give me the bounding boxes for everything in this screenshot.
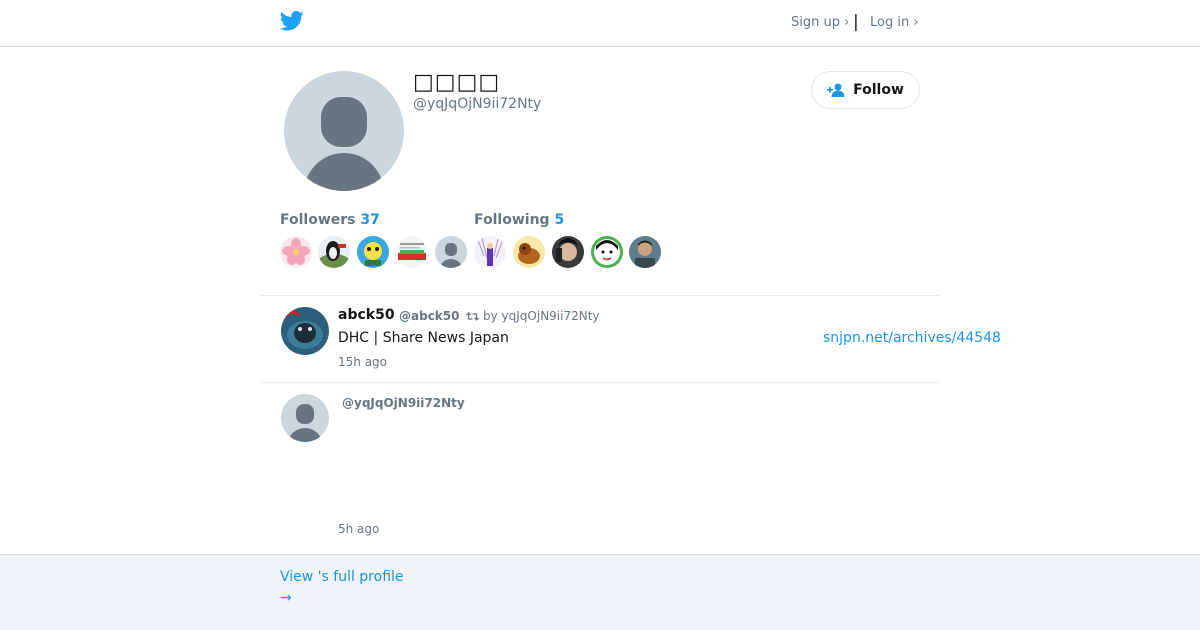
follower-avatar[interactable]: [435, 236, 467, 268]
follower-avatar[interactable]: [396, 236, 428, 268]
following-avatar[interactable]: [552, 236, 584, 268]
follower-avatar[interactable]: [357, 236, 389, 268]
divider: [260, 295, 940, 296]
footer: View 's full profile →: [0, 554, 1200, 630]
tweet-author-handle[interactable]: @yqJqOjN9ii72Nty: [342, 396, 465, 410]
log-in-link[interactable]: Log in ›: [870, 15, 919, 30]
tweet-author-avatar[interactable]: [281, 307, 329, 355]
followers-count: 37: [360, 212, 380, 228]
retweet-icon: [466, 311, 479, 321]
tweet-author-name[interactable]: abck50: [338, 307, 395, 323]
following-avatar[interactable]: [513, 236, 545, 268]
following-avatar[interactable]: [474, 236, 506, 268]
profile-avatar[interactable]: [284, 71, 404, 191]
tweet-timestamp[interactable]: 15h ago: [338, 355, 387, 369]
default-avatar-icon: [304, 97, 384, 191]
following-stat[interactable]: Following 5: [474, 212, 564, 228]
follower-avatar[interactable]: [280, 236, 312, 268]
follow-button-label: Follow: [853, 82, 904, 98]
nav-separator: |: [853, 12, 859, 32]
following-avatar[interactable]: [629, 236, 661, 268]
view-full-profile-link[interactable]: View 's full profile →: [280, 567, 404, 609]
tweet-text: DHC | Share News Japan: [338, 330, 509, 346]
arrow-right-icon: →: [280, 590, 292, 606]
followers-label: Followers: [280, 212, 356, 228]
retweet-attribution: by yqJqOjN9ii72Nty: [466, 309, 600, 323]
followers-stat[interactable]: Followers 37: [280, 212, 380, 228]
divider: [260, 382, 940, 383]
profile-screen-name: @yqJqOjN9ii72Nty: [413, 96, 542, 112]
follow-button[interactable]: Follow: [811, 71, 920, 109]
add-user-icon: [827, 83, 845, 97]
twitter-logo-icon[interactable]: [280, 11, 304, 31]
tweet-timestamp[interactable]: 5h ago: [338, 522, 379, 536]
following-count: 5: [554, 212, 565, 228]
following-label: Following: [474, 212, 550, 228]
handle-name: yqJqOjN9ii72Nty: [354, 396, 465, 410]
profile-display-name: □□□□: [413, 70, 501, 95]
tweet-author-avatar[interactable]: [281, 394, 329, 442]
tweet-link[interactable]: snjpn.net/archives/44548: [823, 330, 1001, 346]
follower-avatar[interactable]: [318, 236, 350, 268]
tweet-author-handle[interactable]: @abck50: [399, 309, 459, 323]
view-full-profile-text: View 's full profile: [280, 569, 404, 585]
retweet-by-text: by yqJqOjN9ii72Nty: [483, 309, 600, 323]
following-avatar[interactable]: [591, 236, 623, 268]
top-bar: Sign up › | Log in ›: [0, 0, 1200, 47]
handle-prefix: @: [342, 396, 354, 410]
sign-up-link[interactable]: Sign up ›: [791, 15, 849, 30]
